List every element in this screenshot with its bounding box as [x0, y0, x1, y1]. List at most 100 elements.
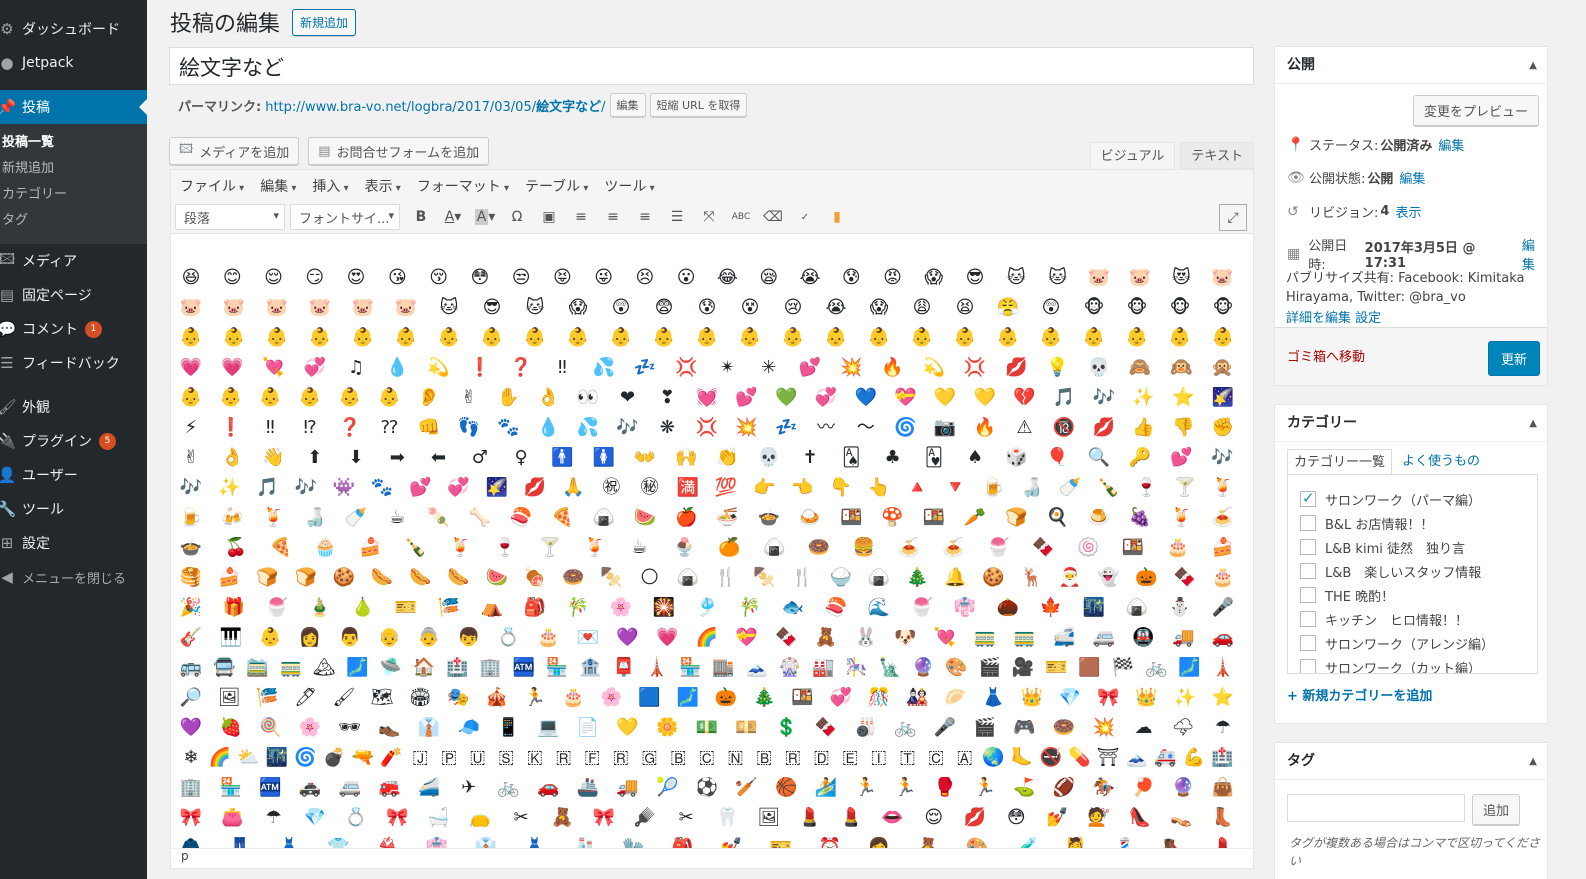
add-tag-button[interactable]: 追加 — [1472, 794, 1521, 825]
sidebar-item-plugins[interactable]: 🔌 プラグイン 5 — [0, 424, 147, 458]
editor-content[interactable]: 😆 😊 😌 😏 😍 😘 😚 😳 😒 😝 😜 😣 😮 😂 😪 😭 😰 😡 😱 😎 🐱 🐱 🐷 🐷 😻 🐷 🐷 🐷 🐷 🐷 🐷 🐷 🐱 😎 🐱 😱 😲 😨 😰 😵… — [171, 235, 1253, 848]
emoji-glyph: 🌭 — [447, 567, 470, 588]
post-editor: ファイル編集挿入表示フォーマットテーブルツール 段落 フォントサイ... B A… — [170, 169, 1254, 869]
tag-input[interactable] — [1287, 794, 1465, 822]
tag-box-header[interactable]: タグ ▲ — [1275, 743, 1547, 780]
category-checkbox[interactable] — [1300, 659, 1316, 673]
publish-box-header[interactable]: 公開 ▲ — [1275, 47, 1547, 84]
eraser-icon[interactable]: ⌫ — [757, 203, 789, 231]
publicize-details-link[interactable]: 詳細を編集 — [1286, 311, 1351, 326]
align-center-icon[interactable]: ≡ — [597, 203, 629, 231]
sidebar-item-comments[interactable]: 💬 コメント 1 — [0, 312, 147, 346]
emoji-glyph: 🇳 — [727, 747, 744, 768]
collapse-arrow-icon[interactable]: ▲ — [1529, 405, 1537, 442]
category-box-header[interactable]: カテゴリー ▲ — [1275, 405, 1547, 442]
special-char-icon[interactable]: Ω — [501, 203, 533, 231]
font-size-select[interactable]: フォントサイ... — [290, 204, 400, 230]
media-embed-icon[interactable]: ▣ — [533, 203, 565, 231]
category-checkbox[interactable] — [1300, 587, 1316, 603]
date-edit-link[interactable]: 編集 — [1522, 235, 1547, 273]
tab-visual[interactable]: ビジュアル — [1089, 142, 1176, 169]
emoji-glyph: ⛄ — [1168, 597, 1192, 618]
emoji-glyph: 💅 — [720, 837, 743, 848]
sidebar-item-feedback[interactable]: ☰ フィードバック — [0, 346, 147, 380]
editor-menu-item[interactable]: テーブル — [525, 176, 588, 196]
submenu-item[interactable]: カテゴリー — [0, 182, 147, 208]
editor-menu-item[interactable]: フォーマット — [417, 176, 509, 196]
add-media-button[interactable]: 🖾 メディアを追加 — [169, 137, 300, 165]
submenu-item[interactable]: タグ — [0, 208, 147, 234]
category-checkbox[interactable] — [1300, 635, 1316, 651]
emoji-glyph: 💄 — [798, 807, 822, 828]
strikethrough-icon[interactable]: ABC — [725, 203, 757, 231]
emoji-glyph: 💋 — [963, 807, 987, 828]
update-button[interactable]: 更新 — [1487, 341, 1540, 376]
submenu-item[interactable]: 投稿一覧 — [0, 130, 147, 156]
sidebar-item-users[interactable]: 👤 ユーザー — [0, 458, 147, 492]
emoji-glyph: 💦 — [576, 417, 600, 438]
sidebar-item-dashboard[interactable]: ⚙ ダッシュボード — [0, 12, 147, 46]
submenu-item[interactable]: 新規追加 — [0, 156, 147, 182]
category-label: L&B 楽しいスタッフ情報 — [1325, 565, 1482, 581]
shortlink-button[interactable]: 短縮 URL を取得 — [649, 93, 748, 117]
status-edit-link[interactable]: 編集 — [1438, 135, 1464, 154]
background-color-icon[interactable]: A ▾ — [469, 203, 501, 231]
align-left-icon[interactable]: ≡ — [565, 203, 597, 231]
post-title-input[interactable]: 絵文字など — [169, 47, 1254, 85]
category-checkbox[interactable] — [1300, 515, 1316, 531]
emoji-glyph: 🎇 — [652, 597, 676, 618]
editor-menu-item[interactable]: ツール — [604, 176, 654, 196]
emoji-glyph: 🔻 — [944, 477, 967, 498]
sidebar-item-jetpack[interactable]: ● Jetpack — [0, 46, 147, 80]
align-right-icon[interactable]: ≡ — [629, 203, 661, 231]
add-new-button[interactable]: 新規追加 — [292, 8, 357, 36]
sidebar-item-pages[interactable]: ▤ 固定ページ — [0, 278, 147, 312]
editor-menu-item[interactable]: 編集 — [260, 176, 296, 196]
add-form-button[interactable]: ▤ お問合せフォームを追加 — [308, 137, 490, 165]
emoji-glyph: 🎠 — [845, 657, 868, 678]
align-justify-icon[interactable]: ☰ — [661, 203, 693, 231]
editor-menu-item[interactable]: ファイル — [180, 176, 244, 196]
trash-link[interactable]: ゴミ箱へ移動 — [1287, 346, 1365, 365]
emoji-glyph: 😻 — [1171, 267, 1191, 288]
sidebar-item-posts[interactable]: 📌 投稿 — [0, 90, 147, 124]
visibility-edit-link[interactable]: 編集 — [1399, 168, 1425, 187]
sidebar-item-tools[interactable]: 🔧 ツール — [0, 492, 147, 526]
text-color-icon[interactable]: A ▾ — [437, 203, 469, 231]
emoji-glyph: 🍰 — [359, 537, 382, 558]
expand-icon[interactable]: ⤧ — [693, 203, 725, 231]
bold-icon[interactable]: B — [405, 203, 437, 231]
publicize-settings-link[interactable]: 設定 — [1355, 311, 1381, 326]
tab-text[interactable]: テキスト — [1180, 142, 1254, 169]
fullscreen-icon[interactable]: ⤢ — [1219, 204, 1247, 231]
editor-menu-item[interactable]: 表示 — [365, 176, 401, 196]
category-checkbox[interactable] — [1300, 563, 1316, 579]
category-checkbox[interactable] — [1300, 489, 1316, 507]
category-checkbox[interactable] — [1300, 611, 1316, 627]
emoji-glyph: 🧦 — [572, 837, 596, 848]
edit-permalink-button[interactable]: 編集 — [609, 93, 646, 117]
tab-popular-categories[interactable]: よく使うもの — [1396, 449, 1486, 475]
preview-button[interactable]: 変更をプレビュー — [1412, 95, 1539, 126]
format-select[interactable]: 段落 — [175, 204, 285, 230]
sidebar-item-collapse[interactable]: ◀ メニューを閉じる — [0, 560, 147, 594]
emoji-plugin-icon[interactable]: ▮ — [821, 203, 853, 231]
add-category-link[interactable]: + 新規カテゴリーを追加 — [1287, 685, 1432, 704]
spellcheck-icon[interactable]: ✓ — [789, 203, 821, 231]
editor-menu-item[interactable]: 挿入 — [312, 176, 348, 196]
emoji-glyph: 🎀 — [179, 807, 203, 828]
revisions-link[interactable]: 表示 — [1395, 202, 1421, 221]
collapse-arrow-icon[interactable]: ▲ — [1529, 47, 1537, 84]
emoji-glyph: 🚞 — [246, 657, 269, 678]
category-checkbox[interactable] — [1300, 539, 1316, 555]
permalink-link[interactable]: http://www.bra-vo.net/logbra/2017/03/05/… — [265, 96, 605, 115]
emoji-glyph: 👎 — [1171, 417, 1195, 438]
emoji-glyph: 🎃 — [1135, 567, 1158, 588]
tab-all-categories[interactable]: カテゴリー一覧 — [1287, 449, 1393, 475]
sidebar-item-appearance[interactable]: 🖌 外観 — [0, 390, 147, 424]
emoji-glyph: 🗼 — [645, 657, 669, 678]
sidebar-item-media[interactable]: 🖾 メディア — [0, 244, 147, 278]
sidebar-item-settings[interactable]: ⊞ 設定 — [0, 526, 147, 560]
emoji-glyph: 🚚 — [616, 777, 639, 798]
collapse-arrow-icon[interactable]: ▲ — [1529, 743, 1537, 780]
